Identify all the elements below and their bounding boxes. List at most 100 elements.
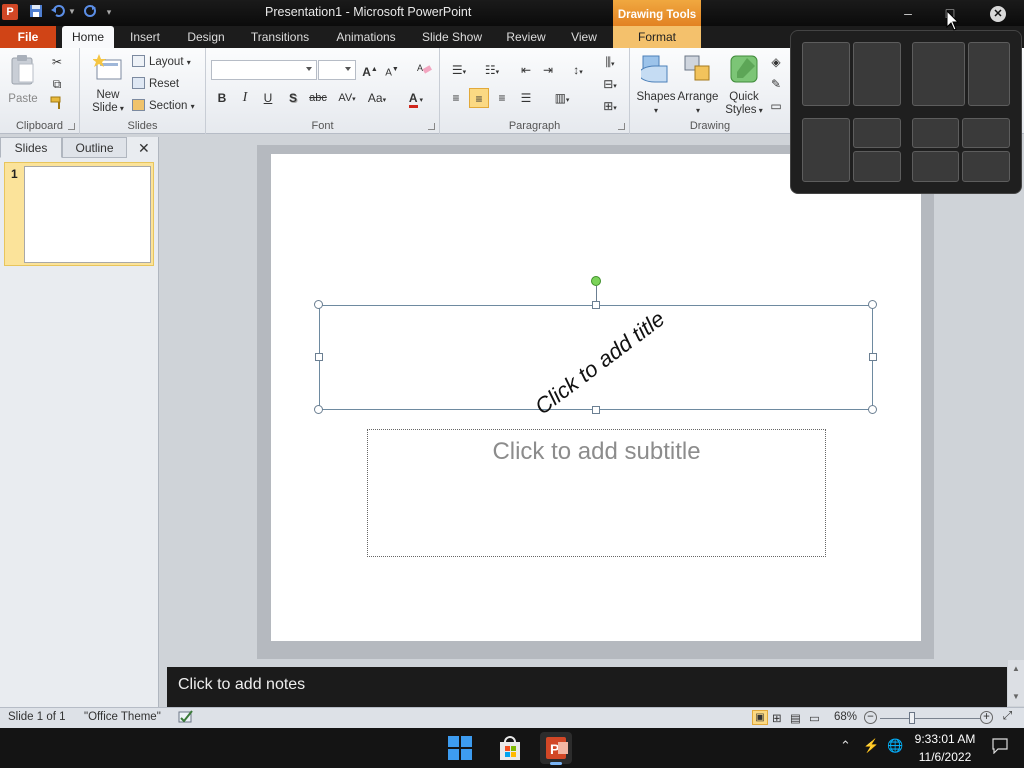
snap-zone-quadrant-tr[interactable] — [962, 118, 1010, 148]
resize-handle-top[interactable] — [592, 301, 600, 309]
italic-button[interactable]: I — [235, 88, 255, 108]
theme-name[interactable]: "Office Theme" — [84, 711, 161, 723]
tab-slide-show[interactable]: Slide Show — [416, 26, 488, 48]
system-clock[interactable]: 9:33:01 AM 11/6/2022 — [910, 730, 980, 766]
clear-formatting-icon[interactable]: A — [414, 60, 434, 80]
minimize-button[interactable]: – — [898, 4, 918, 22]
align-text-icon[interactable]: ⊟▾ — [597, 74, 623, 94]
font-size-combobox[interactable] — [318, 60, 356, 80]
tab-animations[interactable]: Animations — [328, 26, 404, 48]
scroll-up-icon[interactable]: ▲ — [1012, 664, 1020, 673]
justify-icon[interactable]: ☰ — [516, 88, 536, 108]
slide-thumbnail-item[interactable]: 1 — [4, 162, 154, 266]
snap-zone-left-tall[interactable] — [802, 118, 850, 182]
font-name-combobox[interactable] — [211, 60, 317, 80]
zoom-out-button[interactable]: − — [864, 711, 877, 724]
tab-slides-panel[interactable]: Slides — [0, 137, 62, 158]
close-panel-icon[interactable]: ✕ — [138, 140, 150, 157]
powerpoint-app-icon[interactable]: P — [2, 4, 18, 20]
bold-button[interactable]: B — [212, 88, 232, 108]
line-spacing-icon[interactable]: ↕▾ — [565, 60, 591, 80]
redo-icon[interactable] — [82, 4, 98, 20]
snap-layout-two-thirds[interactable] — [912, 42, 1010, 106]
tab-outline-panel[interactable]: Outline — [62, 137, 127, 158]
slide-thumbnail[interactable] — [24, 166, 151, 263]
snap-zone-quadrant-tl[interactable] — [912, 118, 959, 148]
reading-view-icon[interactable]: ▤ — [790, 711, 801, 725]
zoom-level[interactable]: 68% — [834, 711, 857, 723]
snap-zone-left-half[interactable] — [802, 42, 850, 106]
customize-qat-icon[interactable]: ▾ — [104, 4, 114, 20]
network-icon[interactable]: ⚡ — [863, 738, 879, 754]
underline-button[interactable]: U — [258, 88, 278, 108]
zoom-in-button[interactable]: + — [980, 711, 993, 724]
font-color-button[interactable]: A ▾ — [402, 88, 430, 108]
snap-zone-top-right[interactable] — [853, 118, 901, 148]
slide-show-view-icon[interactable]: ▭ — [809, 711, 820, 725]
cut-icon[interactable]: ✂ — [47, 52, 67, 72]
increase-indent-icon[interactable]: ⇥ — [538, 60, 558, 80]
section-button[interactable]: Section ▾ — [132, 97, 195, 115]
resize-handle-bottom-right[interactable] — [868, 405, 877, 414]
shape-outline-icon[interactable]: ✎ — [766, 74, 786, 94]
text-direction-icon[interactable]: ⫼▾ — [597, 52, 623, 72]
spell-check-icon[interactable] — [178, 709, 194, 728]
format-painter-icon[interactable] — [47, 96, 67, 116]
resize-handle-bottom[interactable] — [592, 406, 600, 414]
snap-zone-quadrant-br[interactable] — [962, 151, 1010, 182]
bullets-icon[interactable]: ☰▾ — [446, 60, 472, 80]
snap-zone-bottom-right[interactable] — [853, 151, 901, 182]
fit-slide-icon[interactable]: ⤢ — [1003, 710, 1012, 723]
tab-insert[interactable]: Insert — [120, 26, 170, 48]
language-globe-icon[interactable]: 🌐 — [887, 738, 903, 754]
subtitle-placeholder[interactable]: Click to add subtitle — [367, 429, 826, 557]
paste-button[interactable]: Paste — [4, 54, 42, 106]
notes-pane[interactable]: Click to add notes — [167, 667, 1007, 707]
numbering-icon[interactable]: ☷▾ — [478, 60, 506, 80]
quick-styles-button[interactable]: Quick Styles ▾ — [722, 54, 766, 117]
save-icon[interactable] — [28, 4, 44, 20]
columns-icon[interactable]: ▥▾ — [548, 88, 576, 108]
grow-font-icon[interactable]: A▲ — [360, 60, 380, 80]
snap-layout-halves[interactable] — [802, 42, 902, 106]
windows-start-icon[interactable] — [444, 732, 476, 764]
decrease-indent-icon[interactable]: ⇤ — [516, 60, 536, 80]
snap-zone-right-half[interactable] — [853, 42, 901, 106]
character-spacing-button[interactable]: AV▾ — [334, 88, 360, 108]
reset-button[interactable]: Reset — [132, 75, 179, 93]
strikethrough-button[interactable]: abc — [306, 88, 330, 108]
undo-dropdown-icon[interactable]: ▼ — [68, 4, 76, 20]
rotation-handle[interactable] — [591, 276, 601, 286]
convert-to-smartart-icon[interactable]: ⊞▾ — [597, 96, 623, 116]
new-slide-button[interactable]: New Slide ▾ — [88, 54, 128, 115]
snap-zone-right-small[interactable] — [968, 42, 1010, 106]
shapes-button[interactable]: Shapes ▾ — [634, 54, 678, 117]
snap-zone-quadrant-bl[interactable] — [912, 151, 959, 182]
shape-effects-icon[interactable]: ▭ — [766, 96, 786, 116]
resize-handle-top-left[interactable] — [314, 300, 323, 309]
shrink-font-icon[interactable]: A▼ — [382, 60, 402, 80]
notes-scrollbar[interactable]: ▲ ▼ — [1008, 660, 1024, 706]
microsoft-store-icon[interactable] — [494, 732, 526, 764]
arrange-button[interactable]: Arrange ▾ — [676, 54, 720, 117]
powerpoint-taskbar-icon[interactable]: P — [540, 732, 572, 765]
show-hidden-icons-chevron-icon[interactable]: ⌃ — [840, 738, 851, 754]
align-left-icon[interactable]: ≡ — [446, 88, 466, 108]
shape-fill-icon[interactable]: ◈ — [766, 52, 786, 72]
tab-home[interactable]: Home — [62, 26, 114, 48]
resize-handle-top-right[interactable] — [868, 300, 877, 309]
change-case-button[interactable]: Aa▾ — [364, 88, 390, 108]
paragraph-dialog-launcher[interactable] — [618, 123, 625, 130]
font-dialog-launcher[interactable] — [428, 123, 435, 130]
slide-sorter-icon[interactable]: ⊞ — [772, 711, 782, 725]
resize-handle-left[interactable] — [315, 353, 323, 361]
tab-transitions[interactable]: Transitions — [244, 26, 316, 48]
undo-icon[interactable] — [50, 4, 66, 20]
resize-handle-right[interactable] — [869, 353, 877, 361]
layout-button[interactable]: Layout ▾ — [132, 53, 191, 71]
text-shadow-button[interactable]: S — [283, 88, 303, 108]
snap-layout-quadrants[interactable] — [912, 118, 1010, 182]
resize-handle-bottom-left[interactable] — [314, 405, 323, 414]
normal-view-icon[interactable]: ▣ — [752, 710, 768, 725]
scroll-down-icon[interactable]: ▼ — [1012, 692, 1020, 701]
